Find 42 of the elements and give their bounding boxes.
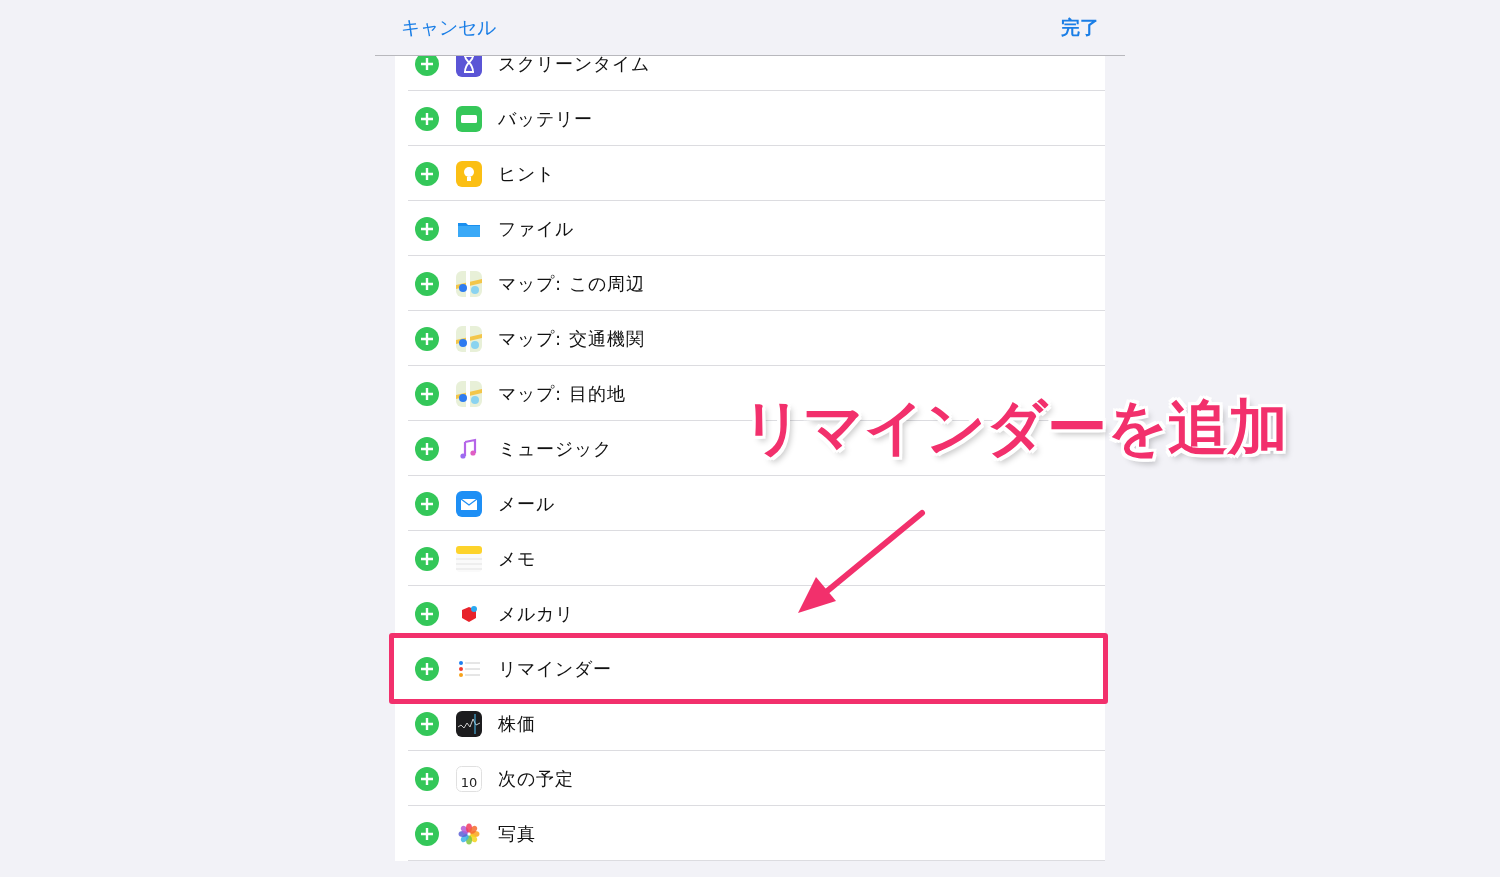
item-label: リマインダー (498, 656, 612, 681)
item-label: マップ: この周辺 (498, 271, 645, 296)
add-icon[interactable] (415, 766, 439, 791)
map-icon (456, 380, 482, 407)
notepad-icon (456, 545, 482, 572)
add-icon[interactable] (415, 216, 439, 241)
envelope-icon (456, 490, 482, 517)
add-icon[interactable] (415, 601, 439, 626)
add-icon[interactable] (415, 711, 439, 736)
item-label: ファイル (498, 216, 574, 241)
add-icon[interactable] (415, 491, 439, 516)
add-icon[interactable] (415, 821, 439, 846)
add-icon[interactable] (415, 436, 439, 461)
item-label: ミュージック (498, 436, 612, 461)
add-icon[interactable] (415, 546, 439, 571)
add-icon[interactable] (415, 271, 439, 296)
item-label: マップ: 交通機関 (498, 326, 645, 351)
item-label: 写真 (498, 821, 536, 846)
add-icon[interactable] (415, 106, 439, 131)
add-icon[interactable] (415, 381, 439, 406)
item-label: マップ: 目的地 (498, 381, 626, 406)
item-label: 次の予定 (498, 766, 574, 791)
stock-chart-icon (456, 710, 482, 737)
add-icon[interactable] (415, 656, 439, 681)
item-label: メモ (498, 546, 536, 571)
add-icon[interactable] (415, 161, 439, 186)
done-button[interactable]: 完了 (1061, 14, 1099, 41)
item-label: メルカリ (498, 601, 574, 626)
add-icon[interactable] (415, 56, 439, 76)
map-icon (456, 325, 482, 352)
battery-icon (456, 105, 482, 132)
item-label: メール (498, 491, 555, 516)
item-label: バッテリー (498, 106, 593, 131)
lightbulb-icon (456, 160, 482, 187)
item-label: ヒント (498, 161, 555, 186)
add-icon[interactable] (415, 326, 439, 351)
cancel-button[interactable]: キャンセル (401, 14, 496, 41)
annotation-text: リマインダーを追加 (742, 391, 1288, 464)
item-label: スクリーンタイム (498, 56, 650, 76)
calendar-date: 10 (460, 774, 478, 790)
item-label: 株価 (498, 711, 536, 736)
map-icon (456, 270, 482, 297)
